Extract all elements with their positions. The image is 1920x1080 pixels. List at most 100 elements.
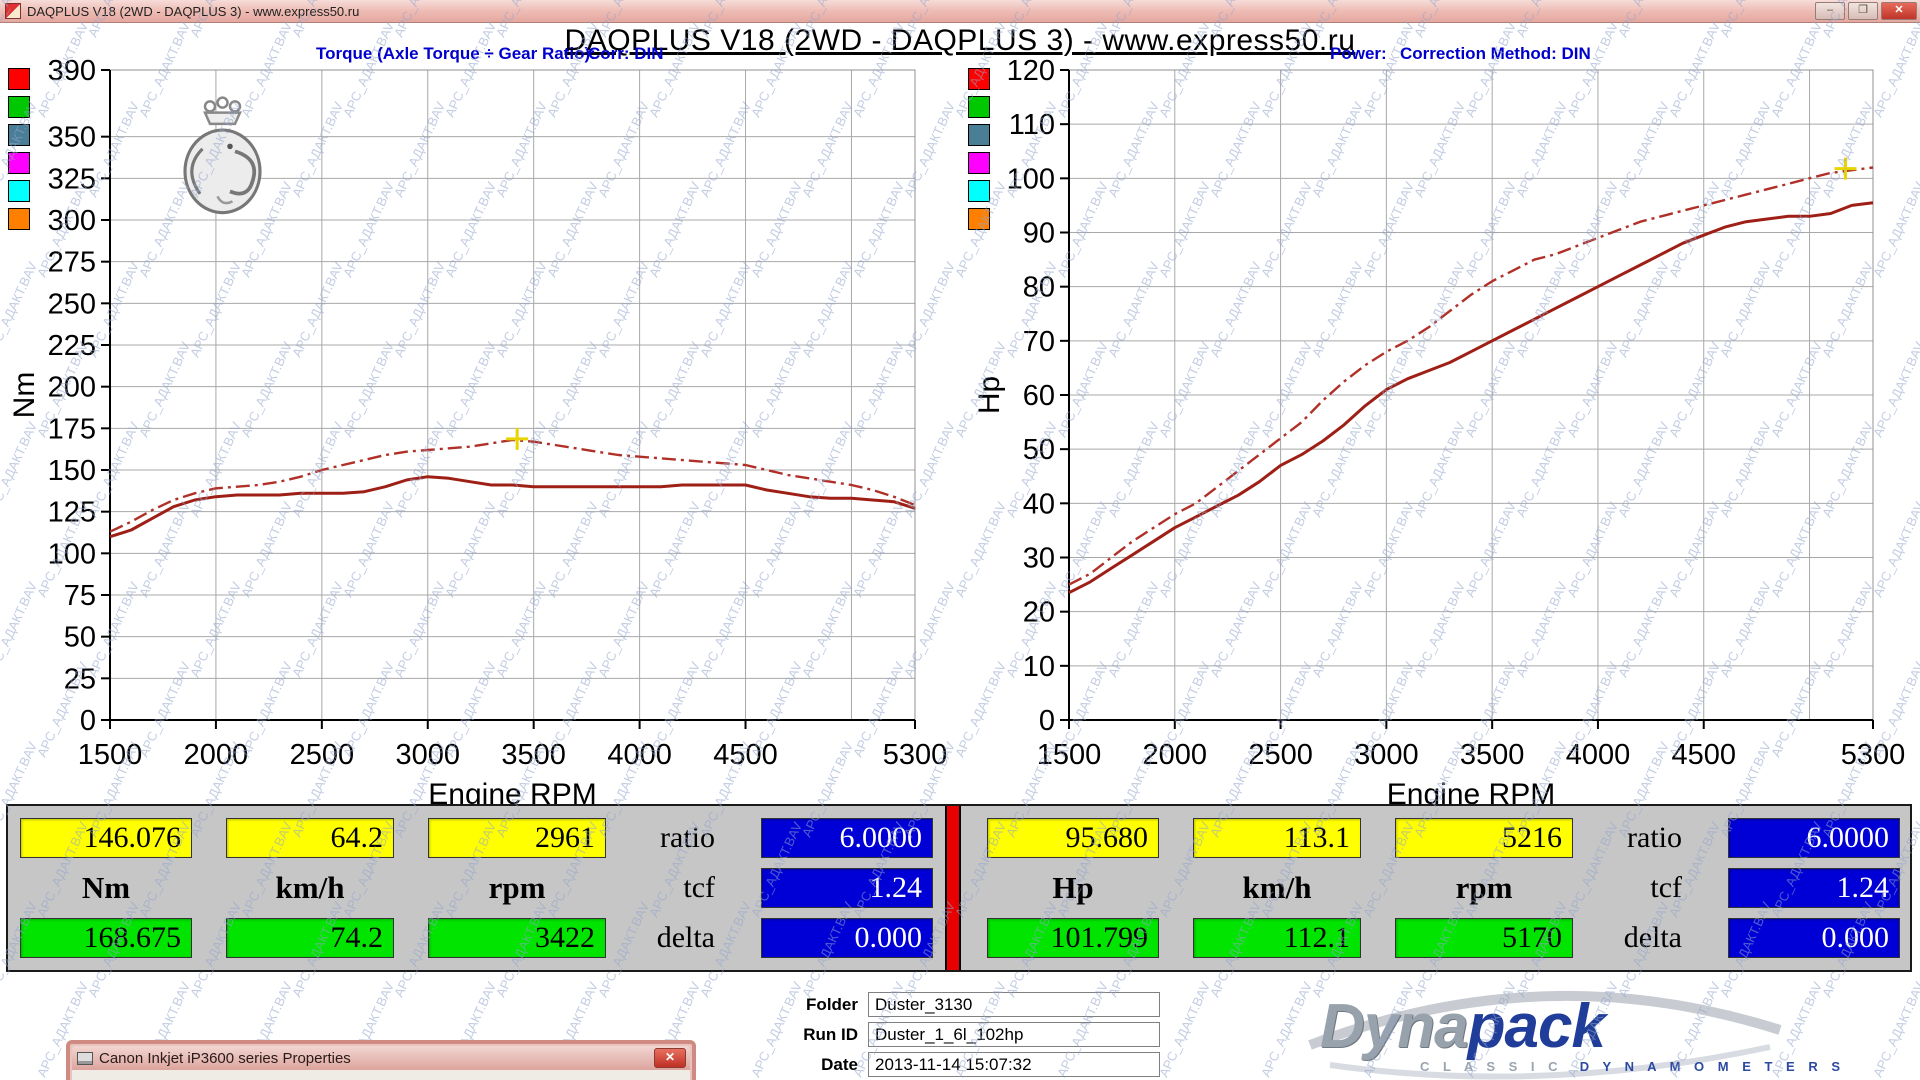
svg-text:3500: 3500 <box>501 739 566 771</box>
torque-readout-panel: 146.076 64.2 2961 ratio 6.0000 Nm km/h r… <box>20 806 945 970</box>
svg-text:40: 40 <box>1023 488 1055 520</box>
svg-text:Nm: Nm <box>8 372 41 419</box>
svg-text:80: 80 <box>1023 272 1055 304</box>
torque-tcf-box: 1.24 <box>761 868 933 908</box>
runid-row: Run ID Duster_1_6l_102hp <box>790 1022 1160 1048</box>
svg-text:110: 110 <box>1009 109 1055 141</box>
runid-field[interactable]: Duster_1_6l_102hp <box>868 1022 1160 1047</box>
svg-text:100: 100 <box>48 538 96 570</box>
page-title: DAQPLUS V18 (2WD - DAQPLUS 3) - www.expr… <box>0 24 1920 58</box>
svg-text:4000: 4000 <box>607 739 672 771</box>
torque-unit-kmh: km/h <box>226 868 394 908</box>
elephant-logo <box>160 96 285 228</box>
logo-text-pack: pack <box>1468 992 1605 1061</box>
torque-ratio-box: 6.0000 <box>761 818 933 858</box>
svg-text:25: 25 <box>64 663 96 695</box>
svg-text:175: 175 <box>48 413 96 445</box>
svg-text:1500: 1500 <box>78 739 143 771</box>
svg-text:125: 125 <box>48 497 96 529</box>
svg-text:0: 0 <box>80 705 96 737</box>
svg-text:30: 30 <box>1023 543 1055 575</box>
svg-text:300: 300 <box>48 205 96 237</box>
folder-label: Folder <box>790 995 858 1015</box>
svg-text:3500: 3500 <box>1460 739 1525 771</box>
svg-text:3000: 3000 <box>396 739 461 771</box>
dialog-close-button[interactable]: ✕ <box>654 1048 686 1068</box>
svg-text:350: 350 <box>48 122 96 154</box>
svg-text:325: 325 <box>48 163 96 195</box>
power-ratio-box: 6.0000 <box>1728 818 1900 858</box>
window-title: DAQPLUS V18 (2WD - DAQPLUS 3) - www.expr… <box>27 4 1815 19</box>
power-delta-box: 0.000 <box>1728 918 1900 958</box>
svg-text:120: 120 <box>1007 55 1055 87</box>
power-chart-svg: 0102030405060708090100110120150020002500… <box>985 55 1920 795</box>
logo-sub-classic: C L A S S I C <box>1420 1059 1563 1074</box>
runid-label: Run ID <box>790 1025 858 1045</box>
svg-text:4500: 4500 <box>1671 739 1736 771</box>
date-label: Date <box>790 1055 858 1075</box>
date-field[interactable]: 2013-11-14 15:07:32 <box>868 1052 1160 1077</box>
svg-text:390: 390 <box>48 55 96 87</box>
svg-text:2500: 2500 <box>1248 739 1313 771</box>
power-run1-hp-box: 95.680 <box>987 818 1159 858</box>
power-ratio-label: ratio <box>1547 818 1682 858</box>
svg-text:2000: 2000 <box>1143 739 1208 771</box>
folder-field[interactable]: Duster_3130 <box>868 992 1160 1017</box>
svg-text:1500: 1500 <box>1037 739 1102 771</box>
panel-divider <box>945 806 961 970</box>
power-chart[interactable]: 0102030405060708090100110120150020002500… <box>985 55 1920 800</box>
torque-unit-nm: Nm <box>20 868 192 908</box>
application-window: АРС_АДАКТ.BAVАРС_АДАКТ.BAVАРС_АДАКТ.BAVА… <box>0 0 1920 1080</box>
svg-text:250: 250 <box>48 288 96 320</box>
svg-text:70: 70 <box>1023 326 1055 358</box>
torque-delta-box: 0.000 <box>761 918 933 958</box>
torque-run2-nm-box: 168.675 <box>20 918 192 958</box>
svg-text:10: 10 <box>1023 651 1055 683</box>
printer-dialog[interactable]: Canon Inkjet iP3600 series Properties ✕ <box>66 1040 696 1080</box>
maximize-button[interactable]: ❐ <box>1848 2 1878 20</box>
power-unit-hp: Hp <box>987 868 1159 908</box>
power-run2-hp-box: 101.799 <box>987 918 1159 958</box>
svg-text:75: 75 <box>64 580 96 612</box>
printer-icon <box>77 1052 93 1065</box>
power-tcf-box: 1.24 <box>1728 868 1900 908</box>
torque-ratio-label: ratio <box>580 818 715 858</box>
power-unit-kmh: km/h <box>1193 868 1361 908</box>
svg-text:2500: 2500 <box>290 739 355 771</box>
date-row: Date 2013-11-14 15:07:32 <box>790 1052 1160 1078</box>
data-panel: 146.076 64.2 2961 ratio 6.0000 Nm km/h r… <box>6 804 1912 972</box>
svg-text:Hp: Hp <box>973 376 1006 414</box>
svg-text:60: 60 <box>1023 380 1055 412</box>
torque-run1-nm-box: 146.076 <box>20 818 192 858</box>
svg-text:0: 0 <box>1039 705 1055 737</box>
logo-text-dyna: Dyna <box>1320 992 1468 1061</box>
svg-text:50: 50 <box>1023 434 1055 466</box>
app-icon <box>5 3 21 19</box>
torque-tcf-label: tcf <box>580 868 715 908</box>
svg-text:4500: 4500 <box>713 739 778 771</box>
svg-text:3000: 3000 <box>1354 739 1419 771</box>
power-run2-kmh-box: 112.1 <box>1193 918 1361 958</box>
svg-text:90: 90 <box>1023 218 1055 250</box>
dynapack-logo: Dynapack C L A S S I C D Y N A M O M E T… <box>1300 985 1790 1080</box>
svg-text:50: 50 <box>64 622 96 654</box>
torque-delta-label: delta <box>580 918 715 958</box>
svg-text:275: 275 <box>48 247 96 279</box>
torque-run1-kmh-box: 64.2 <box>226 818 394 858</box>
minimize-button[interactable]: – <box>1815 2 1845 20</box>
dialog-body <box>72 1070 690 1080</box>
power-readout-panel: 95.680 113.1 5216 ratio 6.0000 Hp km/h r… <box>987 806 1912 970</box>
svg-text:150: 150 <box>48 455 96 487</box>
dialog-titlebar[interactable]: Canon Inkjet iP3600 series Properties ✕ <box>72 1046 690 1070</box>
power-run1-kmh-box: 113.1 <box>1193 818 1361 858</box>
dialog-title: Canon Inkjet iP3600 series Properties <box>99 1050 654 1067</box>
power-delta-label: delta <box>1547 918 1682 958</box>
close-button[interactable]: ✕ <box>1881 2 1917 20</box>
folder-row: Folder Duster_3130 <box>790 992 1160 1018</box>
svg-text:4000: 4000 <box>1566 739 1631 771</box>
svg-text:20: 20 <box>1023 597 1055 629</box>
svg-text:225: 225 <box>48 330 96 362</box>
power-tcf-label: tcf <box>1547 868 1682 908</box>
svg-text:2000: 2000 <box>184 739 249 771</box>
window-titlebar[interactable]: DAQPLUS V18 (2WD - DAQPLUS 3) - www.expr… <box>0 0 1920 23</box>
